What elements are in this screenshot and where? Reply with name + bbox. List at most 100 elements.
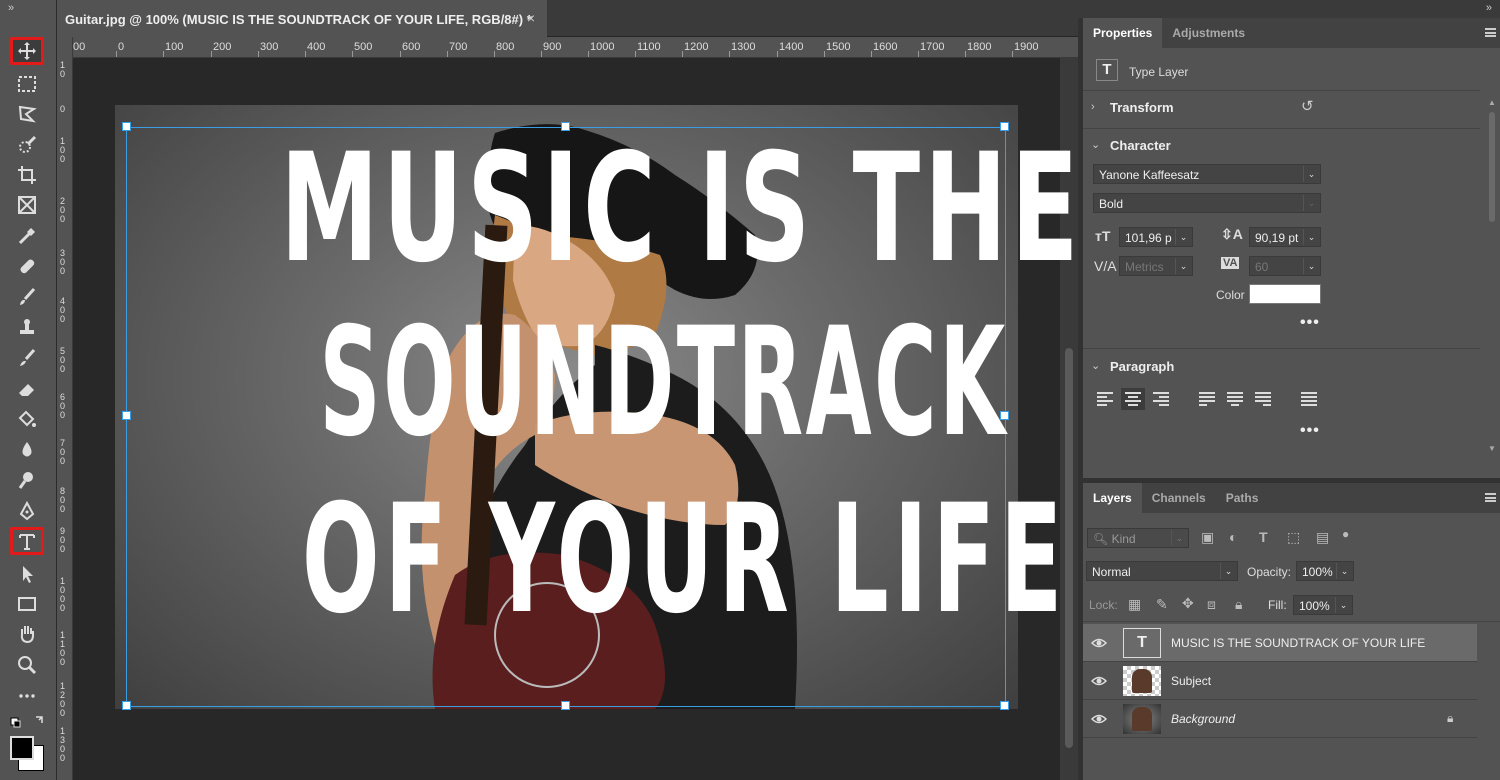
document-tab[interactable]: Guitar.jpg @ 100% (MUSIC IS THE SOUNDTRA… bbox=[57, 0, 547, 37]
layer-name[interactable]: Background bbox=[1171, 712, 1235, 726]
paragraph-expanded-caret-icon[interactable]: ⌄ bbox=[1091, 359, 1100, 372]
smart-object-filter-icon[interactable]: ▤ bbox=[1316, 529, 1329, 546]
move-tool[interactable] bbox=[10, 37, 44, 65]
more-character-options-icon[interactable]: ••• bbox=[1300, 314, 1320, 332]
properties-menu-icon[interactable] bbox=[1485, 28, 1496, 37]
headline-line-2[interactable]: SOUNDTRACK bbox=[319, 296, 1005, 470]
stamp-tool[interactable] bbox=[10, 313, 44, 341]
layer-row[interactable]: Background 🔒︎ bbox=[1083, 700, 1477, 738]
layer-row[interactable]: T MUSIC IS THE SOUNDTRACK OF YOUR LIFE bbox=[1083, 624, 1477, 662]
scrollbar-thumb[interactable] bbox=[1489, 112, 1495, 222]
transform-collapsed-caret-icon[interactable]: › bbox=[1091, 101, 1095, 113]
path-select-tool[interactable] bbox=[10, 560, 44, 588]
visibility-eye-icon[interactable] bbox=[1091, 711, 1107, 727]
layer-row[interactable]: Subject bbox=[1083, 662, 1477, 700]
marquee-tool[interactable] bbox=[10, 70, 44, 98]
transform-handle-top[interactable] bbox=[561, 122, 570, 131]
scroll-up-icon[interactable]: ▲ bbox=[1488, 98, 1496, 107]
zoom-tool[interactable] bbox=[10, 651, 44, 679]
kerning-field[interactable]: Metrics ⌄ bbox=[1119, 256, 1193, 276]
visibility-eye-icon[interactable] bbox=[1091, 635, 1107, 651]
visibility-eye-icon[interactable] bbox=[1091, 673, 1107, 689]
character-section-title[interactable]: Character bbox=[1110, 138, 1171, 153]
transform-handle-bottom-left[interactable] bbox=[122, 701, 131, 710]
more-tools[interactable] bbox=[10, 682, 44, 710]
type-filter-icon[interactable]: T bbox=[1259, 529, 1268, 545]
tab-layers[interactable]: Layers bbox=[1083, 483, 1142, 513]
scroll-down-icon[interactable]: ▼ bbox=[1488, 444, 1496, 453]
ruler-tick-label: 400 bbox=[60, 296, 66, 324]
transform-handle-top-left[interactable] bbox=[122, 122, 131, 131]
close-tab-icon[interactable]: × bbox=[527, 10, 535, 26]
transform-handle-left[interactable] bbox=[122, 411, 131, 420]
tracking-field[interactable]: 60 ⌄ bbox=[1249, 256, 1321, 276]
search-icon: 🔍︎ bbox=[1093, 532, 1109, 546]
type-layer-bounding-box[interactable]: MUSIC IS THE SOUNDTRACK OF YOUR LIFE bbox=[126, 122, 1079, 707]
eraser-tool[interactable] bbox=[10, 375, 44, 403]
swap-colors-icon[interactable] bbox=[10, 715, 46, 729]
type-tool[interactable] bbox=[10, 527, 44, 555]
foreground-color-swatch[interactable] bbox=[10, 736, 34, 760]
pixel-filter-icon[interactable]: ▣ bbox=[1201, 529, 1214, 546]
tab-channels[interactable]: Channels bbox=[1142, 483, 1216, 513]
tab-paths[interactable]: Paths bbox=[1216, 483, 1269, 513]
pen-tool[interactable] bbox=[10, 497, 44, 525]
ruler-tick-label: 0 bbox=[60, 104, 66, 114]
font-style-select[interactable]: Bold ⌄ bbox=[1093, 193, 1321, 213]
history-brush-tool[interactable] bbox=[10, 344, 44, 372]
paragraph-section-title[interactable]: Paragraph bbox=[1110, 359, 1174, 374]
hand-tool[interactable] bbox=[10, 620, 44, 648]
lock-transparent-icon[interactable]: ▦ bbox=[1128, 596, 1141, 613]
font-family-select[interactable]: Yanone Kaffeesatz ⌄ bbox=[1093, 164, 1321, 184]
reset-transform-icon[interactable]: ↺ bbox=[1301, 97, 1314, 115]
chevron-down-icon: ⌄ bbox=[1175, 229, 1191, 245]
transform-handle-right[interactable] bbox=[1000, 411, 1009, 420]
headline-line-1[interactable]: MUSIC IS THE bbox=[280, 122, 1078, 296]
fill-field[interactable]: 100% ⌄ bbox=[1293, 595, 1353, 615]
healing-tool[interactable] bbox=[10, 252, 44, 280]
lock-position-icon[interactable]: ✥ bbox=[1182, 595, 1194, 612]
transform-section-title[interactable]: Transform bbox=[1110, 100, 1174, 115]
more-paragraph-options-icon[interactable]: ••• bbox=[1300, 422, 1320, 440]
layers-menu-icon[interactable] bbox=[1485, 493, 1496, 502]
adjustment-filter-icon[interactable]: ◐ bbox=[1229, 529, 1237, 545]
paint-bucket-tool[interactable] bbox=[10, 405, 44, 433]
tab-adjustments[interactable]: Adjustments bbox=[1162, 18, 1255, 48]
lock-artboard-icon[interactable]: ⧈ bbox=[1207, 596, 1216, 613]
justify-left-icon bbox=[1199, 392, 1215, 406]
headline-line-3[interactable]: OF YOUR LIFE bbox=[302, 473, 1063, 647]
transform-handle-top-right[interactable] bbox=[1000, 122, 1009, 131]
layer-name[interactable]: Subject bbox=[1171, 674, 1211, 688]
eyedropper-tool[interactable] bbox=[10, 222, 44, 250]
lock-pixels-icon[interactable]: ✎ bbox=[1156, 596, 1168, 613]
font-size-field[interactable]: 101,96 p ⌄ bbox=[1119, 227, 1193, 247]
transform-handle-bottom[interactable] bbox=[561, 701, 570, 710]
dock-collapse-icon[interactable]: » bbox=[1486, 2, 1492, 14]
properties-scrollbar[interactable]: ▲ ▼ bbox=[1486, 98, 1498, 453]
ruler-tick-label: 200 bbox=[60, 196, 66, 224]
marquee-icon bbox=[18, 76, 36, 92]
layer-name[interactable]: MUSIC IS THE SOUNDTRACK OF YOUR LIFE bbox=[1171, 636, 1425, 650]
dodge-tool[interactable] bbox=[10, 466, 44, 494]
shape-filter-icon[interactable]: ⬚ bbox=[1287, 529, 1300, 546]
blur-tool[interactable] bbox=[10, 436, 44, 464]
lock-all-icon[interactable]: 🔒︎ bbox=[1235, 596, 1242, 613]
opacity-field[interactable]: 100% ⌄ bbox=[1296, 561, 1354, 581]
text-color-swatch[interactable] bbox=[1249, 284, 1321, 304]
frame-tool[interactable] bbox=[10, 191, 44, 219]
ruler-tick-label: 1500 bbox=[826, 41, 851, 53]
blend-mode-select[interactable]: Normal ⌄ bbox=[1086, 561, 1238, 581]
transform-handle-bottom-right[interactable] bbox=[1000, 701, 1009, 710]
tab-properties[interactable]: Properties bbox=[1083, 18, 1163, 48]
document-tab-bar: Guitar.jpg @ 100% (MUSIC IS THE SOUNDTRA… bbox=[57, 0, 1078, 37]
brush-tool[interactable] bbox=[10, 283, 44, 311]
toolbar-collapse-icon[interactable]: » bbox=[8, 2, 14, 14]
quick-select-tool[interactable] bbox=[10, 131, 44, 159]
character-expanded-caret-icon[interactable]: ⌄ bbox=[1091, 138, 1100, 151]
leading-field[interactable]: 90,19 pt ⌄ bbox=[1249, 227, 1321, 247]
kind-filter-select[interactable]: 🔍︎ Kind ⌄ bbox=[1087, 528, 1189, 548]
lasso-tool[interactable] bbox=[10, 100, 44, 128]
filter-toggle-icon[interactable]: ● bbox=[1342, 527, 1349, 541]
crop-tool[interactable] bbox=[10, 161, 44, 189]
rectangle-tool[interactable] bbox=[10, 590, 44, 618]
